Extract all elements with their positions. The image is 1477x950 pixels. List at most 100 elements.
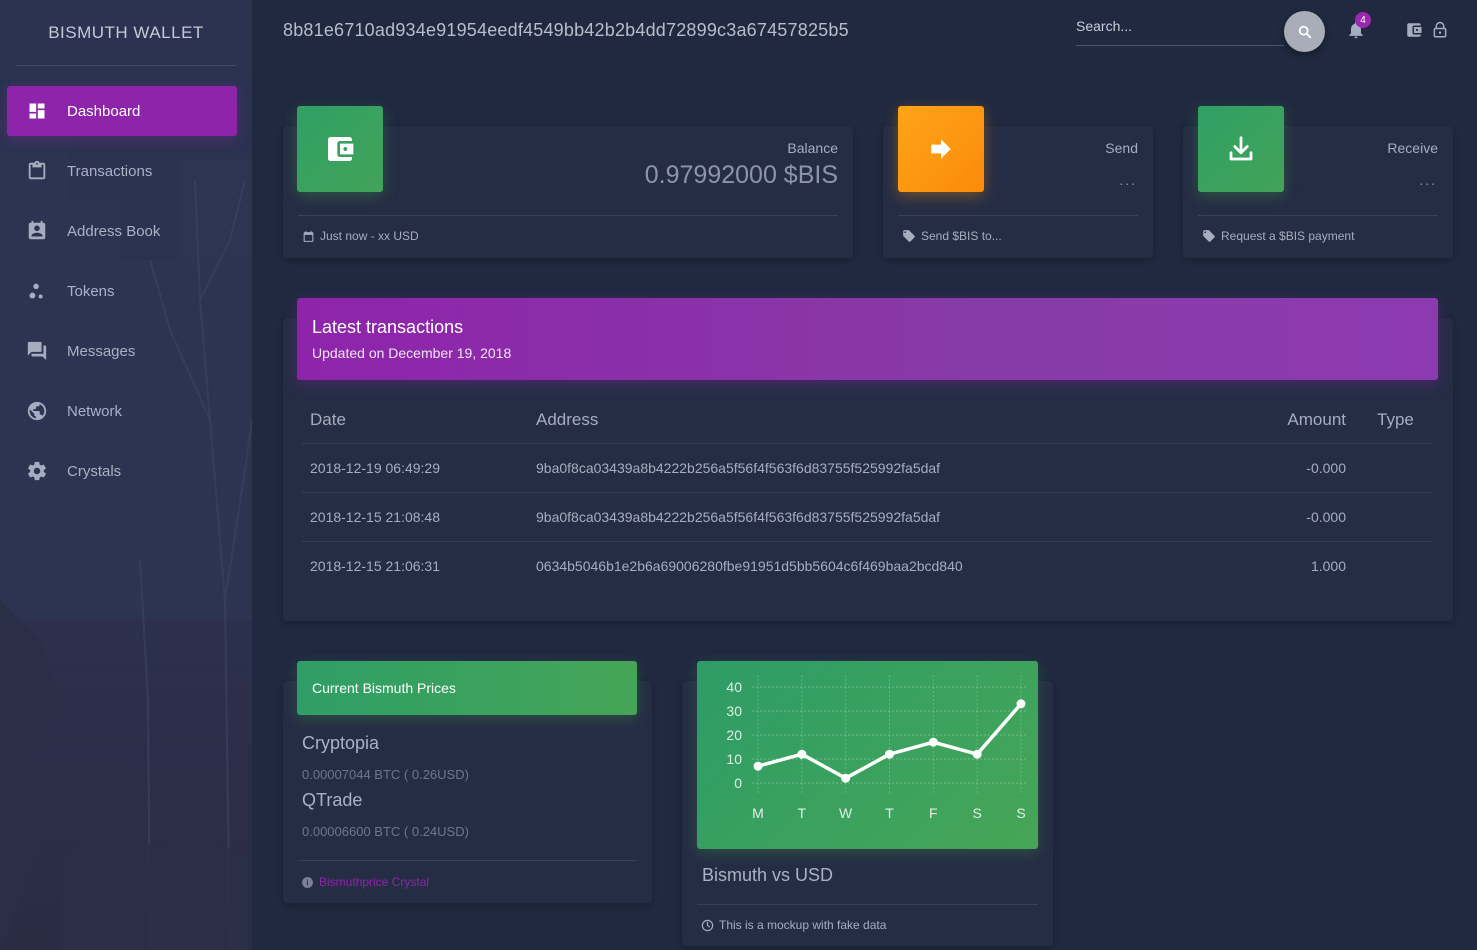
bismuth-usd-chart: 0 10 20 30 40 M T W T F S S [697, 661, 1038, 849]
search-button[interactable] [1284, 11, 1325, 52]
search-input[interactable] [1076, 14, 1284, 38]
card-divider [297, 860, 637, 861]
prices-header: Current Bismuth Prices [297, 661, 637, 715]
clipboard-icon [26, 160, 48, 182]
table-row[interactable]: 2018-12-15 21:08:48 9ba0f8ca03439a8b4222… [302, 492, 1432, 542]
table-row[interactable]: 2018-12-19 06:49:29 9ba0f8ca03439a8b4222… [302, 443, 1432, 493]
card-divider [898, 215, 1138, 216]
data-point [972, 749, 982, 759]
calendar-icon [302, 230, 315, 243]
receive-footer[interactable]: Request a $BIS payment [1202, 229, 1354, 243]
exchange-name: Cryptopia [302, 733, 380, 753]
table-row[interactable]: 2018-12-15 21:06:31 0634b5046b1e2b6a6900… [302, 541, 1432, 590]
tx-address: 0634b5046b1e2b6a69006280fbe91951d5bb5604… [536, 557, 963, 574]
x-tick-label: T [798, 805, 807, 821]
chart-footer: This is a mockup with fake data [701, 918, 886, 932]
sidebar-item-label: Crystals [67, 462, 122, 480]
sidebar: BISMUTH WALLET Dashboard Transactions Ad… [0, 0, 252, 950]
exchange-price: 0.00006600 BTC ( 0.24USD) [302, 824, 469, 839]
tx-type [1346, 541, 1432, 590]
lock-icon [1433, 21, 1447, 38]
gear-icon [26, 460, 48, 482]
sidebar-item-dashboard[interactable]: Dashboard [7, 86, 237, 136]
tx-address: 9ba0f8ca03439a8b4222b256a5f56f4f563f6d83… [536, 492, 1166, 542]
prices-title: Current Bismuth Prices [312, 680, 456, 696]
sidebar-item-label: Address Book [67, 222, 161, 240]
balance-footer-text: Just now - xx USD [320, 229, 419, 243]
transactions-header: Latest transactions Updated on December … [297, 298, 1438, 380]
card-divider [697, 904, 1038, 905]
send-footer[interactable]: Send $BIS to... [902, 229, 1002, 243]
column-header-address[interactable]: Address [536, 397, 1166, 444]
sidebar-item-crystals[interactable]: Crystals [7, 446, 237, 496]
table-header-row: Date Address Amount Type [302, 397, 1432, 444]
contacts-icon [26, 220, 48, 242]
column-header-amount[interactable]: Amount [1166, 397, 1346, 444]
sidebar-item-network[interactable]: Network [7, 386, 237, 436]
data-point [841, 773, 851, 783]
brand-title[interactable]: BISMUTH WALLET [0, 0, 252, 66]
tx-date: 2018-12-15 21:08:48 [302, 492, 536, 542]
brand-divider [16, 65, 236, 66]
chart-title: Bismuth vs USD [702, 865, 834, 885]
forum-icon [26, 340, 48, 362]
y-tick-label: 0 [734, 775, 742, 791]
balance-value: 0.97992000 $BIS [644, 161, 838, 189]
exchange-name: QTrade [302, 790, 363, 810]
column-header-type[interactable]: Type [1346, 397, 1432, 444]
dashboard-icon [26, 100, 48, 122]
sidebar-item-label: Tokens [67, 282, 115, 300]
sidebar-item-tokens[interactable]: Tokens [7, 266, 237, 316]
info-icon [301, 876, 314, 889]
tx-type [1346, 443, 1432, 493]
card-divider [1198, 215, 1438, 216]
download-icon [1229, 136, 1253, 161]
x-tick-label: M [752, 805, 764, 821]
wallet-address-title: 8b81e6710ad934e91954eedf4549bb42b2b4dd72… [283, 20, 849, 40]
data-point [928, 737, 938, 747]
tag-icon [1202, 229, 1216, 243]
send-value: ... [1119, 172, 1137, 188]
sidebar-item-label: Transactions [67, 162, 153, 180]
line-chart: 0 10 20 30 40 M T W T F S S [726, 675, 1027, 821]
chart-footer-text: This is a mockup with fake data [719, 918, 887, 932]
transactions-table: Date Address Amount Type 2018-12-19 06:4… [302, 397, 1432, 590]
balance-footer: Just now - xx USD [302, 229, 419, 243]
clock-icon [701, 919, 714, 932]
receive-category: Receive [1387, 140, 1438, 156]
send-footer-text: Send $BIS to... [921, 229, 1002, 243]
send-card-header[interactable] [898, 106, 984, 192]
globe-icon [26, 400, 48, 422]
receive-card-header[interactable] [1198, 106, 1284, 192]
wallet-icon [1407, 23, 1422, 37]
transactions-subtitle: Updated on December 19, 2018 [312, 345, 512, 361]
search-field [1076, 14, 1284, 46]
bubbles-icon [26, 280, 48, 302]
lock-button[interactable] [1431, 20, 1449, 40]
search-icon [1298, 25, 1311, 38]
arrow-right-icon [931, 139, 951, 159]
tx-amount: 1.000 [1310, 557, 1346, 574]
tag-icon [902, 229, 916, 243]
sidebar-item-messages[interactable]: Messages [7, 326, 237, 376]
sidebar-item-address-book[interactable]: Address Book [7, 206, 237, 256]
bismuthprice-crystal-link[interactable]: Bismuthprice Crystal [301, 875, 429, 889]
receive-value: ... [1419, 172, 1437, 188]
sidebar-item-label: Messages [67, 342, 136, 360]
x-tick-label: W [839, 805, 853, 821]
column-header-date[interactable]: Date [302, 397, 536, 444]
sidebar-item-transactions[interactable]: Transactions [7, 146, 237, 196]
y-tick-label: 10 [726, 751, 742, 767]
balance-card-header [297, 106, 383, 192]
card-divider [298, 215, 838, 216]
wallet-button[interactable] [1405, 21, 1423, 39]
tx-date: 2018-12-19 06:49:29 [302, 443, 536, 493]
exchange-price: 0.00007044 BTC ( 0.26USD) [302, 767, 469, 782]
data-point [1016, 699, 1026, 709]
x-tick-label: S [972, 805, 981, 821]
balance-category: Balance [787, 140, 838, 156]
data-point [797, 749, 807, 759]
transactions-title: Latest transactions [312, 317, 464, 337]
tx-amount: -0.000 [1166, 443, 1346, 493]
data-point [885, 749, 894, 759]
